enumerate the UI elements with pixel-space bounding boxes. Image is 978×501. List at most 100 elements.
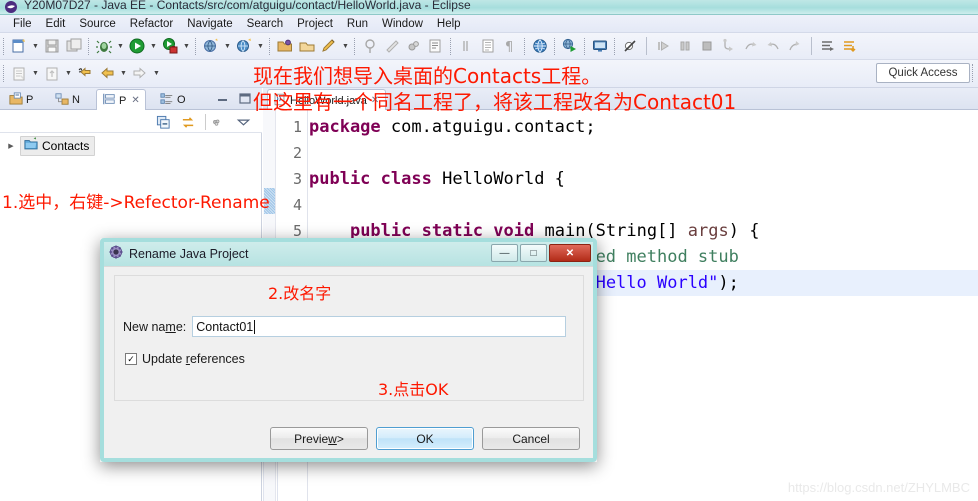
external-tools-icon [403, 35, 425, 57]
new-name-input[interactable]: Contact01 [192, 316, 567, 337]
new-server-icon[interactable] [200, 35, 222, 57]
tab-label: P [26, 94, 34, 106]
ok-button[interactable]: OK [376, 427, 474, 450]
tree-item-contacts[interactable]: ▶ Contacts [6, 136, 96, 156]
refactor-dialog-icon [109, 244, 123, 264]
run-as-server-icon[interactable] [559, 35, 581, 57]
toolbar-grip [972, 64, 976, 82]
menu-refactor[interactable]: Refactor [123, 17, 180, 31]
tab-label: P [119, 94, 127, 107]
toggle-markers-icon[interactable] [318, 35, 340, 57]
new-package-dropdown-icon[interactable]: ▼ [63, 63, 74, 85]
new-wizard-dropdown-icon[interactable]: ▼ [30, 35, 41, 57]
new-java-class-dropdown-icon[interactable]: ▼ [30, 63, 41, 85]
menu-project[interactable]: Project [290, 17, 340, 31]
skip-breakpoints-icon[interactable] [619, 35, 641, 57]
marker-dropdown-icon[interactable]: ▼ [340, 35, 351, 57]
search-declarations-icon[interactable] [839, 35, 861, 57]
svg-text:¶: ¶ [505, 40, 513, 54]
menu-run[interactable]: Run [340, 17, 375, 31]
maximize-button[interactable]: □ [520, 244, 547, 262]
toolbar-separator [614, 37, 616, 55]
tab-package-explorer[interactable]: P [4, 90, 38, 110]
collapse-all-icon[interactable] [155, 114, 171, 130]
terminate-icon [696, 35, 718, 57]
minimize-button[interactable]: — [491, 244, 518, 262]
menu-file[interactable]: File [6, 17, 39, 31]
code-token: public [309, 169, 371, 189]
debug-icon[interactable] [93, 35, 115, 57]
cancel-button[interactable]: Cancel [482, 427, 580, 450]
watermark: https://blog.csdn.net/ZHYLMBC [787, 480, 970, 495]
last-edit-location-icon[interactable] [74, 63, 96, 85]
menu-edit[interactable]: Edit [39, 17, 73, 31]
link-with-editor-icon[interactable] [180, 114, 196, 130]
back-dropdown-icon[interactable]: ▼ [118, 63, 129, 85]
forward-dropdown-icon[interactable]: ▼ [151, 63, 162, 85]
main-toolbar: ▼ ▼ ▼ ▼ ▼ ▼ ▼ ¶ [0, 33, 978, 60]
focus-on-active-task-icon[interactable] [205, 114, 221, 130]
view-menu-icon[interactable] [235, 114, 251, 130]
menu-navigate[interactable]: Navigate [180, 17, 239, 31]
open-type-icon[interactable] [274, 35, 296, 57]
package-explorer-icon [9, 91, 23, 109]
java-project-icon [24, 137, 38, 154]
maximize-icon[interactable] [238, 92, 252, 106]
toolbar-separator [354, 37, 356, 55]
project-explorer-icon [102, 92, 116, 109]
minimize-icon[interactable] [216, 92, 230, 106]
menu-search[interactable]: Search [240, 17, 290, 31]
open-web-browser-dropdown-icon[interactable]: ▼ [255, 35, 266, 57]
console-icon[interactable] [589, 35, 611, 57]
code-line: public class HelloWorld { [309, 166, 978, 192]
close-button[interactable]: ✕ [549, 244, 591, 262]
chevron-right-icon[interactable]: ▶ [6, 142, 16, 150]
preview-button[interactable]: Previe w > [270, 427, 368, 450]
run-coverage-dropdown-icon[interactable]: ▼ [181, 35, 192, 57]
close-icon[interactable]: ✕ [131, 95, 139, 106]
step-into-icon [718, 35, 740, 57]
tab-navigator[interactable]: N [50, 90, 85, 110]
toolbar-divider [811, 37, 812, 55]
debug-dropdown-icon[interactable]: ▼ [115, 35, 126, 57]
panel-divider [263, 462, 264, 501]
update-references-row[interactable]: ✓ Update references [125, 352, 245, 366]
new-name-value: Contact01 [196, 319, 254, 334]
navigator-icon [55, 92, 69, 109]
properties-icon [425, 35, 447, 57]
code-token: HelloWorld { [431, 169, 565, 189]
tab-outline[interactable]: O [155, 90, 191, 110]
save-icon[interactable] [41, 35, 63, 57]
save-all-icon[interactable] [63, 35, 85, 57]
annotation-step2: 2.改名字 [268, 284, 332, 303]
web-browser-icon[interactable] [529, 35, 551, 57]
pilcrow-icon: ¶ [499, 35, 521, 57]
menu-window[interactable]: Window [375, 17, 430, 31]
new-server-dropdown-icon[interactable]: ▼ [222, 35, 233, 57]
back-arrow-icon[interactable] [96, 63, 118, 85]
forward-arrow-icon[interactable] [129, 63, 151, 85]
code-token: ); [718, 273, 739, 293]
update-references-checkbox[interactable]: ✓ [125, 353, 137, 365]
new-package-icon [41, 63, 63, 85]
tab-project-explorer[interactable]: P ✕ [96, 89, 146, 111]
tree-item-selected-label[interactable]: Contacts [20, 136, 96, 156]
run-coverage-icon[interactable] [159, 35, 181, 57]
open-web-browser-icon[interactable] [233, 35, 255, 57]
eclipse-window: Y20M07D27 - Java EE - Contacts/src/com/a… [0, 0, 978, 501]
menu-help[interactable]: Help [430, 17, 468, 31]
open-task-icon[interactable] [296, 35, 318, 57]
new-wizard-icon[interactable] [8, 35, 30, 57]
window-title: Y20M07D27 - Java EE - Contacts/src/com/a… [24, 0, 471, 12]
search-references-icon[interactable] [817, 35, 839, 57]
dialog-body: New name: Contact01 ✓ Update references … [104, 266, 593, 458]
toolbar-separator [584, 37, 586, 55]
run-dropdown-icon[interactable]: ▼ [148, 35, 159, 57]
run-icon[interactable] [126, 35, 148, 57]
new-java-class-icon [8, 63, 30, 85]
quick-access-input[interactable]: Quick Access [876, 63, 970, 83]
toolbar-separator [3, 37, 5, 55]
menu-source[interactable]: Source [72, 17, 122, 31]
menubar: File Edit Source Refactor Navigate Searc… [0, 15, 978, 33]
